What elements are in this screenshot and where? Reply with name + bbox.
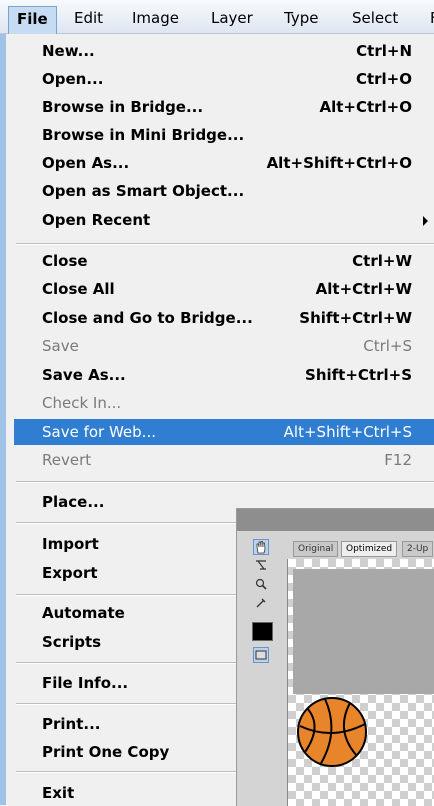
menu-item-save-as[interactable]: Save As... Shift+Ctrl+S xyxy=(42,362,434,388)
menu-item-revert: Revert F12 xyxy=(42,447,434,473)
menu-item-open[interactable]: Open... Ctrl+O xyxy=(42,66,434,92)
tab-2-up[interactable]: 2-Up xyxy=(402,541,434,557)
menu-item-label: Exit xyxy=(42,784,75,802)
slice-select-icon xyxy=(256,560,266,570)
menu-type[interactable]: Type xyxy=(276,6,326,30)
menu-item-shortcut: Alt+Shift+Ctrl+S xyxy=(283,423,412,441)
menu-item-label: Save xyxy=(42,337,79,355)
menu-item-shortcut: Ctrl+S xyxy=(363,337,412,355)
menu-item-shortcut: Ctrl+O xyxy=(355,70,412,88)
menu-item-label: Print... xyxy=(42,715,101,733)
menu-separator xyxy=(16,481,434,483)
menu-item-shortcut: Ctrl+W xyxy=(352,252,412,270)
tab-optimized[interactable]: Optimized xyxy=(341,541,398,557)
slices-visibility-icon xyxy=(255,650,267,660)
window-title-bar xyxy=(237,509,434,531)
menu-file[interactable]: File xyxy=(8,6,57,34)
image-preview xyxy=(287,559,434,806)
menu-item-label: Browse in Bridge... xyxy=(42,98,204,116)
menu-item-open-as[interactable]: Open As... Alt+Shift+Ctrl+O xyxy=(42,150,434,176)
menu-item-label: Open Recent xyxy=(42,211,151,229)
menu-item-close-and-go-to-bridge[interactable]: Close and Go to Bridge... Shift+Ctrl+W xyxy=(42,305,434,331)
basketball-icon xyxy=(297,697,367,767)
menu-item-label: New... xyxy=(42,42,95,60)
zoom-tool-icon[interactable] xyxy=(253,577,269,593)
menu-item-label: Check In... xyxy=(42,394,122,412)
menu-item-open-as-smart-object[interactable]: Open as Smart Object... xyxy=(42,178,434,204)
menu-item-label: Place... xyxy=(42,493,105,511)
menu-item-close-all[interactable]: Close All Alt+Ctrl+W xyxy=(42,276,434,302)
menu-item-label: Automate xyxy=(42,604,125,622)
eyedropper-tool-icon[interactable] xyxy=(253,596,269,612)
image-gray-area xyxy=(293,569,434,694)
menu-item-label: Close All xyxy=(42,280,115,298)
save-for-web-window: Original Optimized 2-Up xyxy=(236,508,434,806)
menu-separator xyxy=(16,243,434,245)
submenu-arrow-icon xyxy=(423,216,428,226)
menu-item-label: Open As... xyxy=(42,154,130,172)
menu-item-open-recent[interactable]: Open Recent xyxy=(42,207,434,233)
menu-item-save-for-web[interactable]: Save for Web... Alt+Shift+Ctrl+S xyxy=(14,419,434,445)
eyedropper-icon xyxy=(256,598,266,608)
slice-select-tool-icon[interactable] xyxy=(253,558,269,574)
menu-item-new[interactable]: New... Ctrl+N xyxy=(42,38,434,64)
menu-item-label: File Info... xyxy=(42,674,129,692)
color-swatch[interactable] xyxy=(252,622,273,641)
hand-icon xyxy=(256,541,266,554)
menu-item-label: Open as Smart Object... xyxy=(42,182,245,200)
tool-column xyxy=(243,539,281,806)
menu-item-label: Print One Copy xyxy=(42,743,170,761)
menu-image[interactable]: Image xyxy=(124,6,187,30)
menu-item-shortcut: F12 xyxy=(384,451,412,469)
toggle-slices-icon[interactable] xyxy=(253,647,269,663)
menu-bar: File Edit Image Layer Type Select F xyxy=(0,0,434,34)
view-tabs: Original Optimized 2-Up xyxy=(285,541,434,557)
tab-original[interactable]: Original xyxy=(293,541,339,557)
menu-edit[interactable]: Edit xyxy=(66,6,111,30)
magnifier-icon xyxy=(255,578,267,590)
menu-item-label: Save As... xyxy=(42,366,126,384)
menu-item-label: Revert xyxy=(42,451,92,469)
hand-tool-icon[interactable] xyxy=(253,539,269,555)
menu-item-shortcut: Shift+Ctrl+W xyxy=(299,309,412,327)
menu-select[interactable]: Select xyxy=(344,6,406,30)
menu-item-shortcut: Ctrl+N xyxy=(356,42,412,60)
menu-item-shortcut: Alt+Ctrl+O xyxy=(319,98,412,116)
menu-item-label: Save for Web... xyxy=(42,423,156,441)
menu-item-label: Export xyxy=(42,564,98,582)
menu-filter[interactable]: F xyxy=(422,6,434,30)
menu-item-label: Close xyxy=(42,252,88,270)
menu-item-shortcut: Shift+Ctrl+S xyxy=(305,366,412,384)
menu-item-check-in: Check In... xyxy=(42,390,434,416)
menu-item-label: Browse in Mini Bridge... xyxy=(42,126,245,144)
menu-item-shortcut: Alt+Ctrl+W xyxy=(315,280,412,298)
menu-item-browse-in-mini-bridge[interactable]: Browse in Mini Bridge... xyxy=(42,122,434,148)
menu-item-label: Import xyxy=(42,535,99,553)
menu-item-save: Save Ctrl+S xyxy=(42,333,434,359)
menu-item-shortcut: Alt+Shift+Ctrl+O xyxy=(266,154,412,172)
menu-item-close[interactable]: Close Ctrl+W xyxy=(42,248,434,274)
menu-item-label: Scripts xyxy=(42,633,102,651)
menu-item-label: Close and Go to Bridge... xyxy=(42,309,253,327)
menu-item-browse-in-bridge[interactable]: Browse in Bridge... Alt+Ctrl+O xyxy=(42,94,434,120)
menu-item-label: Open... xyxy=(42,70,104,88)
menu-layer[interactable]: Layer xyxy=(203,6,261,30)
